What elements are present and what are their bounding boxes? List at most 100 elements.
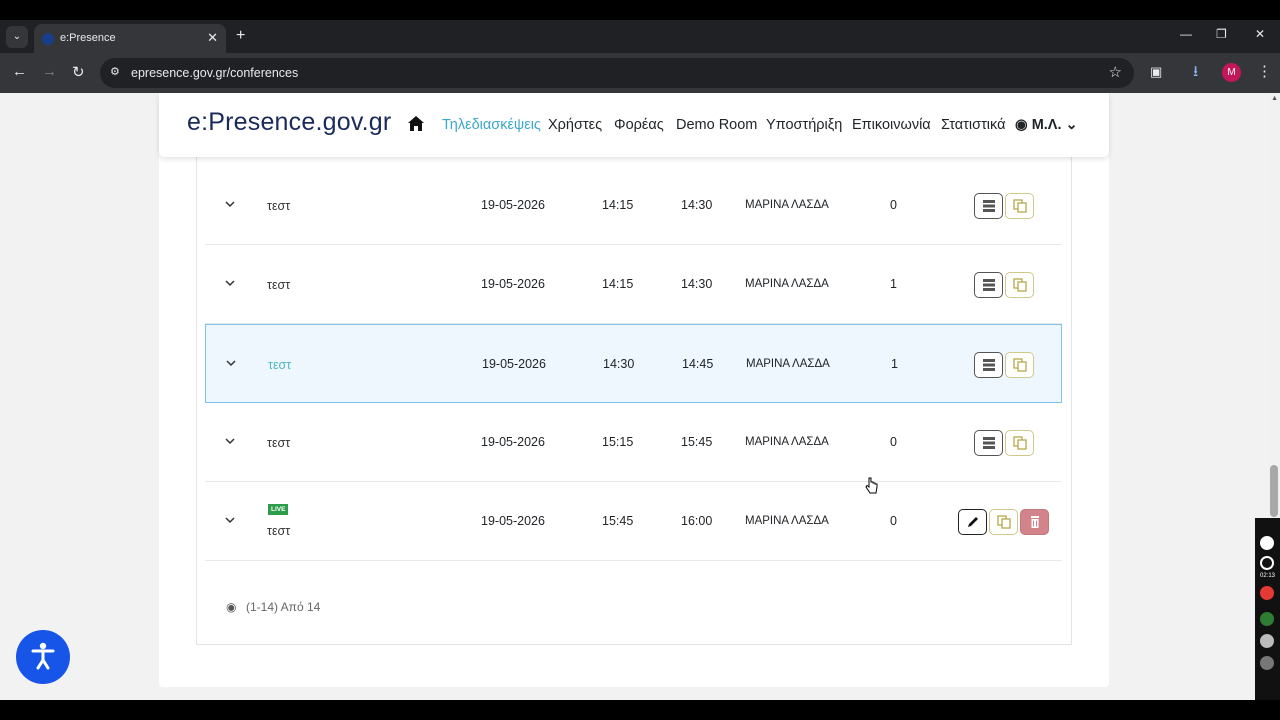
bottom-black-bar (0, 700, 1280, 720)
user-circle-icon: ◉ (1015, 117, 1028, 133)
details-button[interactable] (974, 272, 1003, 298)
owner-name: ΜΑΡΙΝΑ ΛΑΣΔΑ (745, 436, 829, 448)
list-icon (983, 359, 995, 371)
user-menu[interactable]: ◉ Μ.Λ. ⌄ (1015, 117, 1078, 133)
minimize-icon[interactable]: — (1180, 27, 1192, 41)
end-time: 15:45 (681, 435, 713, 449)
nav-demo-room[interactable]: Demo Room (676, 117, 757, 133)
camera-icon[interactable] (1260, 536, 1274, 550)
bookmark-star-icon[interactable]: ☆ (1109, 63, 1122, 81)
nav-support[interactable]: Υποστήριξη (766, 117, 842, 133)
live-badge: LIVE (268, 504, 289, 515)
chevron-down-icon: ⌄ (1065, 117, 1078, 133)
table-row[interactable]: τεστ 19-05-2026 15:15 15:45 ΜΑΡΙΝΑ ΛΑΣΔΑ… (205, 403, 1062, 482)
delete-button[interactable] (1020, 509, 1049, 535)
new-tab-icon[interactable]: + (236, 27, 245, 45)
address-bar[interactable]: ⚙ epresence.gov.gr/conferences ☆ (100, 58, 1134, 88)
site-info-icon[interactable]: ⚙ (110, 65, 120, 78)
copy-button[interactable] (1005, 193, 1034, 219)
scroll-up-icon[interactable]: ▲ (1271, 95, 1278, 102)
accessibility-icon (31, 642, 55, 670)
back-icon[interactable]: ← (12, 63, 27, 80)
site-logo[interactable]: e:Presence.gov.gr (187, 108, 391, 137)
pagination-text: (1-14) Από 14 (246, 600, 321, 614)
chevron-down-icon[interactable] (224, 198, 236, 210)
chevron-down-icon[interactable] (224, 277, 236, 289)
hand-cursor-icon (865, 477, 878, 494)
window-close-icon[interactable]: ✕ (1255, 27, 1265, 41)
table-row[interactable]: τεστ 19-05-2026 14:15 14:30 ΜΑΡΙΝΑ ΛΑΣΔΑ… (205, 245, 1062, 324)
copy-icon (1013, 436, 1027, 450)
conference-name: τεστ (267, 199, 291, 213)
table-row[interactable]: τεστ 19-05-2026 14:30 14:45 ΜΑΡΙΝΑ ΛΑΣΔΑ… (205, 324, 1062, 403)
list-icon (983, 437, 995, 449)
close-tab-icon[interactable]: ✕ (207, 30, 218, 46)
restore-icon[interactable]: ❐ (1216, 27, 1227, 41)
owner-name: ΜΑΡΙΝΑ ΛΑΣΔΑ (745, 515, 829, 527)
nav-organizations[interactable]: Φορέας (614, 117, 664, 133)
pause-icon[interactable] (1260, 586, 1274, 600)
edit-button[interactable] (958, 509, 987, 535)
conference-date: 19-05-2026 (481, 198, 545, 212)
start-time: 15:45 (602, 514, 634, 528)
browser-toolbar: ← → ↻ ⚙ epresence.gov.gr/conferences ☆ ▣… (0, 53, 1280, 93)
scroll-thumb[interactable] (1270, 465, 1278, 517)
participant-count: 1 (891, 357, 898, 371)
tab-search-button[interactable]: ⌄ (6, 26, 28, 48)
participant-count: 0 (890, 514, 897, 528)
copy-button[interactable] (1005, 352, 1034, 378)
end-time: 14:45 (682, 357, 714, 371)
webcam-off-icon[interactable] (1260, 656, 1274, 670)
table-row[interactable]: LIVE τεστ 19-05-2026 15:45 16:00 ΜΑΡΙΝΑ … (205, 482, 1062, 561)
eye-icon: ◉ (226, 600, 237, 614)
nav-users[interactable]: Χρήστες (548, 117, 602, 133)
reload-icon[interactable]: ↻ (72, 63, 85, 81)
start-time: 14:30 (603, 357, 635, 371)
chevron-down-icon[interactable] (225, 357, 237, 369)
extensions-icon[interactable]: ▣ (1150, 64, 1162, 80)
pencil-icon (968, 517, 978, 527)
copy-icon (1013, 358, 1027, 372)
speaker-icon[interactable] (1260, 634, 1274, 648)
screen-recorder-panel: 02:13 (1255, 518, 1280, 700)
copy-button[interactable] (1005, 430, 1034, 456)
download-icon[interactable]: ⭳ (1193, 61, 1198, 86)
trash-icon (1031, 516, 1039, 528)
site-header: e:Presence.gov.gr Τηλεδιασκέψεις Χρήστες… (159, 93, 1109, 157)
end-time: 16:00 (681, 514, 713, 528)
copy-button[interactable] (989, 509, 1018, 535)
tab-title: e:Presence (60, 32, 116, 44)
microphone-icon[interactable] (1260, 612, 1274, 626)
chevron-down-icon[interactable] (224, 435, 236, 447)
end-time: 14:30 (681, 198, 713, 212)
nav-conferences[interactable]: Τηλεδιασκέψεις (442, 117, 541, 133)
url-text: epresence.gov.gr/conferences (131, 66, 299, 80)
top-black-bar (0, 0, 1280, 20)
conference-name: τεστ (267, 278, 291, 292)
browser-tab[interactable]: e:Presence ✕ (34, 24, 226, 53)
details-button[interactable] (974, 193, 1003, 219)
start-time: 14:15 (602, 198, 634, 212)
copy-button[interactable] (1005, 272, 1034, 298)
chevron-down-icon[interactable] (224, 514, 236, 526)
participant-count: 0 (890, 198, 897, 212)
profile-avatar[interactable]: M (1222, 63, 1241, 82)
conference-name: τεστ (267, 436, 291, 450)
details-button[interactable] (974, 430, 1003, 456)
home-icon[interactable] (407, 115, 425, 133)
start-time: 15:15 (602, 435, 634, 449)
accessibility-button[interactable] (16, 630, 70, 684)
details-button[interactable] (974, 352, 1003, 378)
copy-icon (997, 515, 1011, 529)
nav-statistics[interactable]: Στατιστικά (941, 117, 1005, 133)
conference-date: 19-05-2026 (481, 277, 545, 291)
table-row[interactable]: τεστ 19-05-2026 14:15 14:30 ΜΑΡΙΝΑ ΛΑΣΔΑ… (205, 166, 1062, 245)
pagination-summary: ◉ (1-14) Από 14 (226, 600, 320, 614)
nav-contact[interactable]: Επικοινωνία (852, 117, 931, 133)
browser-menu-icon[interactable]: ⋮ (1257, 62, 1272, 80)
conference-date: 19-05-2026 (481, 435, 545, 449)
conference-date: 19-05-2026 (481, 514, 545, 528)
conference-name: τεστ (267, 524, 291, 538)
record-icon[interactable] (1260, 556, 1274, 570)
forward-icon[interactable]: → (42, 63, 57, 80)
